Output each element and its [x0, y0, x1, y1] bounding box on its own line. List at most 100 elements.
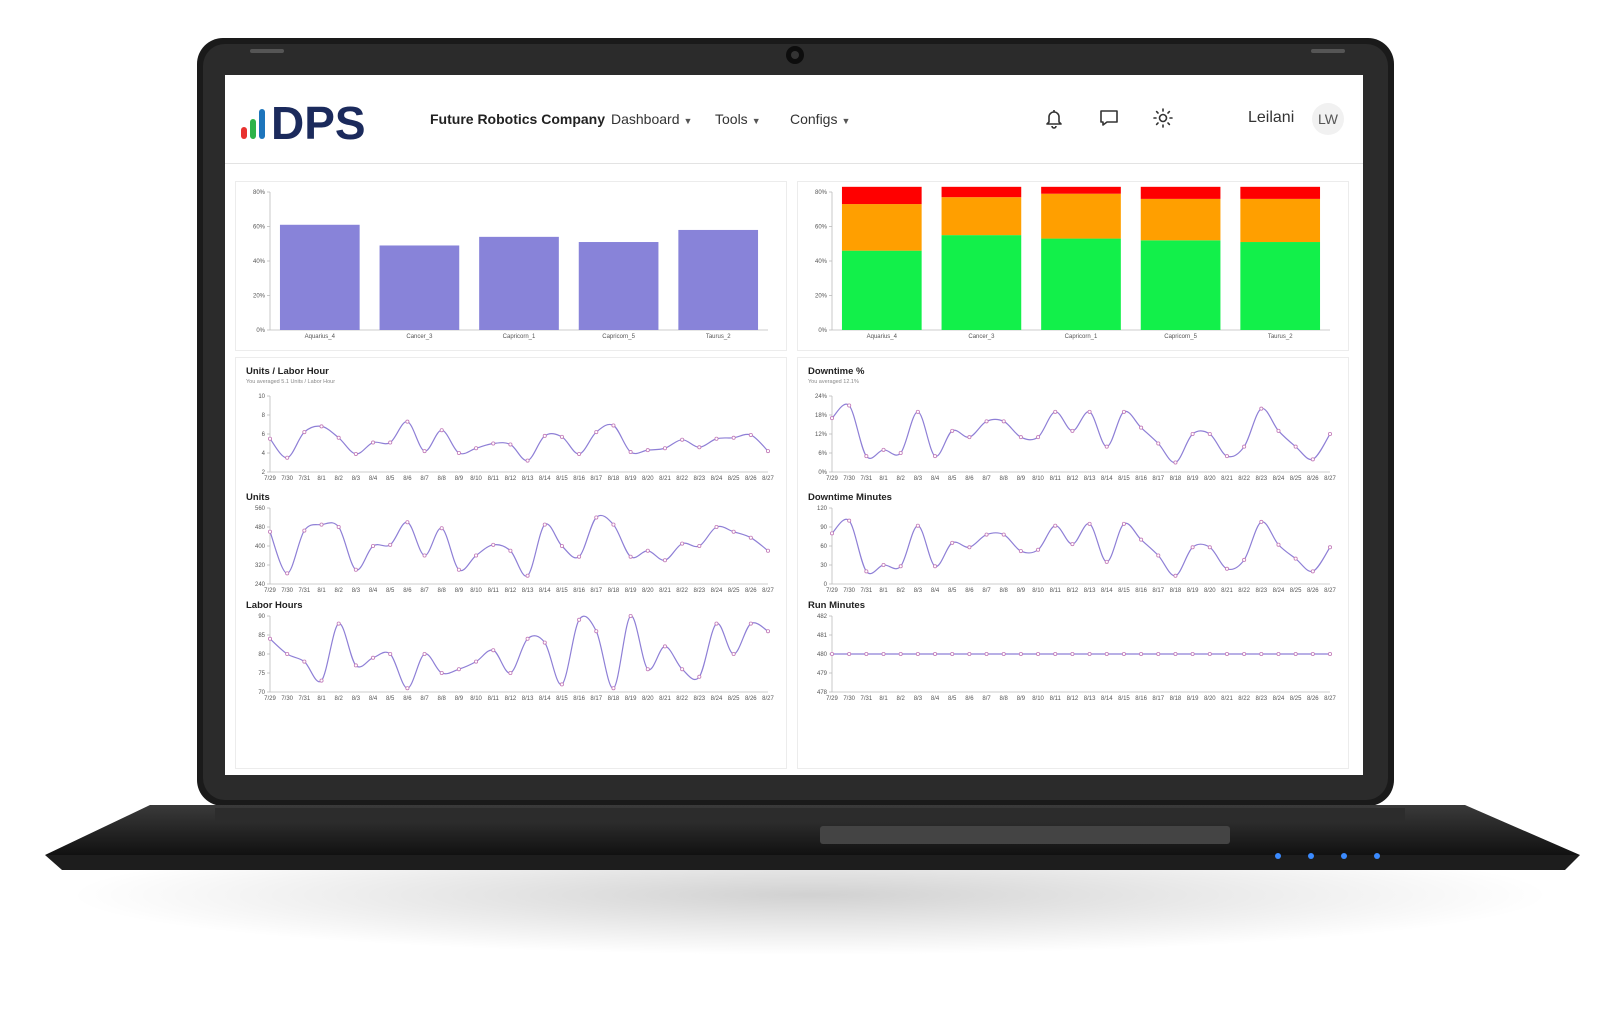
data-point — [1173, 573, 1178, 578]
x-tick-label: 8/17 — [1152, 588, 1164, 594]
data-point — [1259, 652, 1264, 657]
x-tick-label: 8/13 — [1084, 476, 1096, 482]
x-tick-label: 8/19 — [625, 588, 637, 594]
user-name[interactable]: Leilani — [1248, 109, 1294, 127]
x-tick-label: 8/9 — [1017, 476, 1026, 482]
x-tick-label: Aquarius_4 — [867, 334, 898, 340]
x-tick-label: 8/2 — [335, 696, 344, 702]
data-point — [1190, 652, 1195, 657]
menu-tools[interactable]: Tools ▼ — [715, 111, 761, 127]
sun-icon[interactable] — [1152, 107, 1174, 129]
data-point — [898, 652, 903, 657]
data-point — [353, 567, 358, 572]
x-tick-label: 8/21 — [659, 696, 671, 702]
stacked-bar-segment — [941, 186, 1022, 198]
y-tick-label: 20% — [815, 294, 828, 300]
data-point — [731, 652, 736, 657]
x-tick-label: 8/25 — [1290, 696, 1302, 702]
data-point — [508, 671, 513, 676]
x-tick-label: 7/31 — [299, 476, 311, 482]
data-point — [285, 571, 290, 576]
dps-logo[interactable]: DPS — [239, 97, 409, 145]
x-tick-label: 7/29 — [826, 588, 838, 594]
stacked-bar-segment — [1240, 242, 1321, 330]
x-tick-label: 7/30 — [843, 696, 855, 702]
x-tick-label: 8/21 — [659, 476, 671, 482]
x-tick-label: 8/6 — [403, 696, 412, 702]
x-tick-label: 7/30 — [281, 476, 293, 482]
data-point — [336, 621, 341, 626]
chat-icon[interactable] — [1098, 107, 1120, 129]
x-tick-label: 8/3 — [914, 588, 923, 594]
avatar[interactable]: LW — [1312, 103, 1344, 135]
x-tick-label: 8/6 — [965, 588, 974, 594]
stacked-bar-segment — [1140, 240, 1221, 330]
x-tick-label: 8/5 — [948, 696, 957, 702]
y-tick-label: 30 — [820, 563, 827, 569]
x-tick-label: 8/7 — [420, 476, 429, 482]
x-tick-label: 7/29 — [826, 476, 838, 482]
x-tick-label: 8/27 — [1324, 588, 1336, 594]
x-tick-label: 8/16 — [573, 476, 585, 482]
data-point — [1224, 566, 1229, 571]
menu-configs[interactable]: Configs ▼ — [790, 111, 850, 127]
x-tick-label: 8/26 — [745, 476, 757, 482]
bar — [479, 236, 559, 330]
line-chart-run-minutes: 4784794804814827/29 7/30 7/31 8/1 8/2 8/3 8/4 8… — [817, 614, 1337, 702]
x-tick-label: 7/31 — [861, 696, 873, 702]
data-point — [680, 437, 685, 442]
data-point — [1104, 652, 1109, 657]
x-tick-label: 8/8 — [1000, 696, 1009, 702]
x-tick-label: 8/22 — [676, 696, 688, 702]
x-tick-label: 8/6 — [403, 476, 412, 482]
data-point — [1070, 652, 1075, 657]
data-point — [1173, 652, 1178, 657]
x-tick-label: 8/12 — [1067, 476, 1079, 482]
y-tick-label: 0% — [256, 328, 265, 334]
x-tick-label: 8/17 — [590, 696, 602, 702]
bell-icon[interactable] — [1043, 107, 1065, 129]
x-tick-label: 8/27 — [1324, 476, 1336, 482]
data-point — [336, 435, 341, 440]
x-tick-label: 7/31 — [299, 696, 311, 702]
x-tick-label: Taurus_2 — [1268, 334, 1293, 340]
x-tick-label: 8/23 — [1255, 696, 1267, 702]
data-point — [388, 440, 393, 445]
x-tick-label: 8/10 — [1032, 588, 1044, 594]
x-tick-label: 8/22 — [676, 588, 688, 594]
x-tick-label: 8/4 — [369, 476, 378, 482]
data-point — [714, 524, 719, 529]
data-point — [645, 667, 650, 672]
screen: DPS Future Robotics Company Dashboard ▼ T… — [225, 75, 1363, 775]
line-chart-downtime-pct: 0%6%12%18%24%7/29 7/30 7/31 8/1 8/2 8/3 8/4 8/5… — [815, 394, 1337, 482]
x-tick-label: 8/21 — [659, 588, 671, 594]
x-tick-label: 8/15 — [556, 588, 568, 594]
x-tick-label: 8/26 — [745, 588, 757, 594]
chevron-down-icon: ▼ — [841, 116, 851, 126]
x-tick-label: Cancer_3 — [406, 334, 433, 340]
x-tick-label: 8/11 — [1050, 588, 1062, 594]
company-name: Future Robotics Company — [430, 111, 606, 127]
menu-dashboard[interactable]: Dashboard ▼ — [611, 111, 692, 127]
data-point — [559, 682, 564, 687]
data-point — [1207, 432, 1212, 437]
data-point — [766, 548, 771, 553]
stacked-bar-segment — [1140, 186, 1221, 199]
data-point — [1190, 545, 1195, 550]
data-point — [559, 544, 564, 549]
y-tick-label: 6 — [262, 432, 266, 438]
x-tick-label: 8/3 — [914, 476, 923, 482]
data-point — [1276, 428, 1281, 433]
x-tick-label: 7/30 — [281, 588, 293, 594]
x-tick-label: 8/16 — [573, 696, 585, 702]
x-tick-label: 8/15 — [1118, 588, 1130, 594]
x-tick-label: 8/3 — [914, 696, 923, 702]
x-tick-label: 8/26 — [745, 696, 757, 702]
x-tick-label: 8/24 — [711, 696, 723, 702]
chart-title: Downtime % — [808, 366, 865, 377]
data-point — [697, 674, 702, 679]
x-tick-label: 8/27 — [762, 476, 774, 482]
menu-configs-label: Configs — [790, 111, 838, 127]
data-point — [456, 451, 461, 456]
y-tick-label: 80% — [815, 190, 828, 196]
